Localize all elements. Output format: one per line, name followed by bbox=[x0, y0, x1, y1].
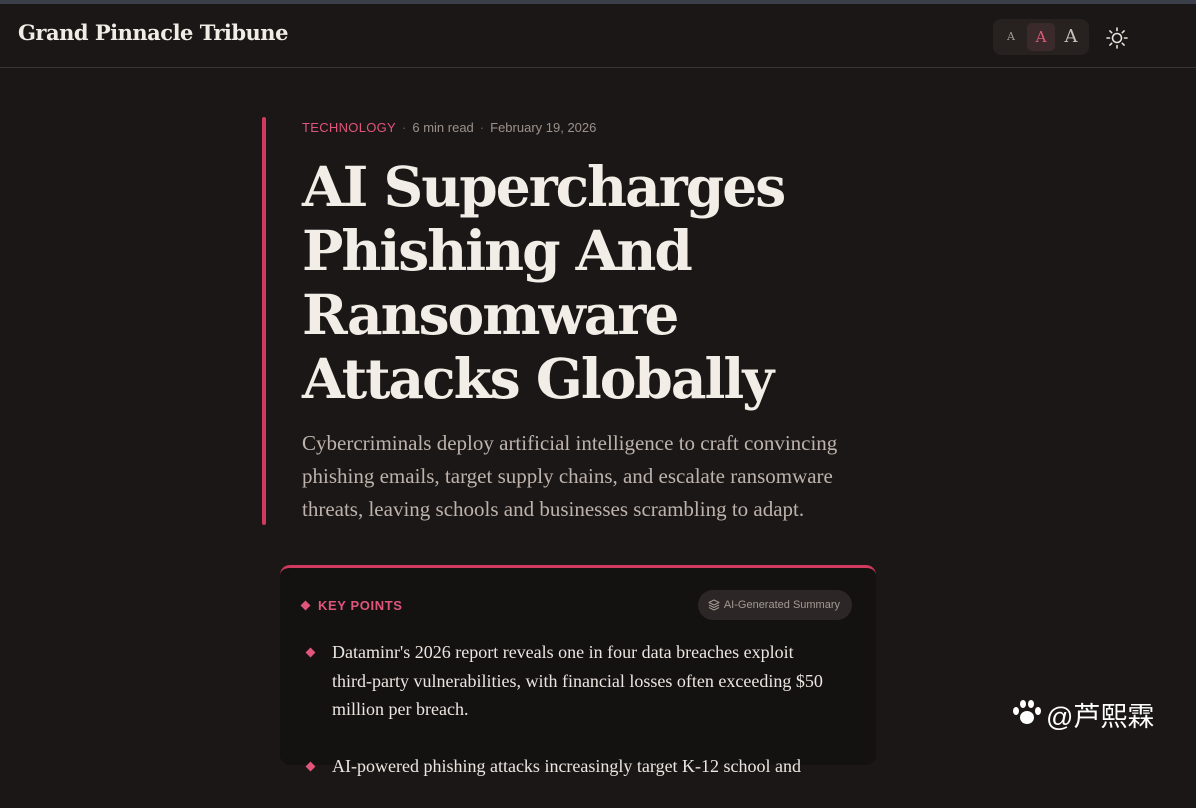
key-points-list: Dataminr's 2026 report reveals one in fo… bbox=[304, 638, 834, 808]
diamond-icon bbox=[300, 600, 311, 611]
font-size-medium-button[interactable]: A bbox=[1027, 23, 1055, 51]
key-point-item: AI-powered phishing attacks increasingly… bbox=[304, 752, 834, 781]
ai-summary-badge: AI-Generated Summary bbox=[697, 590, 852, 620]
site-brand[interactable]: Grand Pinnacle Tribune bbox=[18, 20, 288, 45]
font-size-control: A A A bbox=[993, 19, 1089, 55]
publish-date: February 19, 2026 bbox=[490, 120, 597, 135]
accent-bar bbox=[262, 117, 266, 525]
key-point-item: Dataminr's 2026 report reveals one in fo… bbox=[304, 638, 834, 724]
site-header: Grand Pinnacle Tribune A A A bbox=[0, 4, 1196, 68]
article-dek: Cybercriminals deploy artificial intelli… bbox=[302, 431, 838, 521]
watermark: @芦熙霖 bbox=[1012, 695, 1154, 734]
sun-icon[interactable] bbox=[1104, 25, 1130, 51]
article-title: AI Supercharges Phishing And Ransomware … bbox=[302, 154, 786, 411]
paw-icon bbox=[1012, 699, 1042, 725]
diamond-bullet-icon bbox=[305, 761, 316, 771]
read-time: 6 min read bbox=[412, 120, 474, 135]
font-size-small-button[interactable]: A bbox=[997, 23, 1025, 51]
font-size-large-button[interactable]: A bbox=[1057, 23, 1085, 51]
article-meta: TECHNOLOGY · 6 min read · February 19, 2026 bbox=[302, 120, 597, 135]
diamond-bullet-icon bbox=[305, 647, 316, 658]
key-points-card: KEY POINTS AI-Generated Summary Dataminr… bbox=[280, 565, 876, 776]
key-points-heading: KEY POINTS bbox=[300, 598, 403, 613]
layers-icon bbox=[708, 599, 720, 611]
category-label[interactable]: TECHNOLOGY bbox=[302, 120, 396, 135]
